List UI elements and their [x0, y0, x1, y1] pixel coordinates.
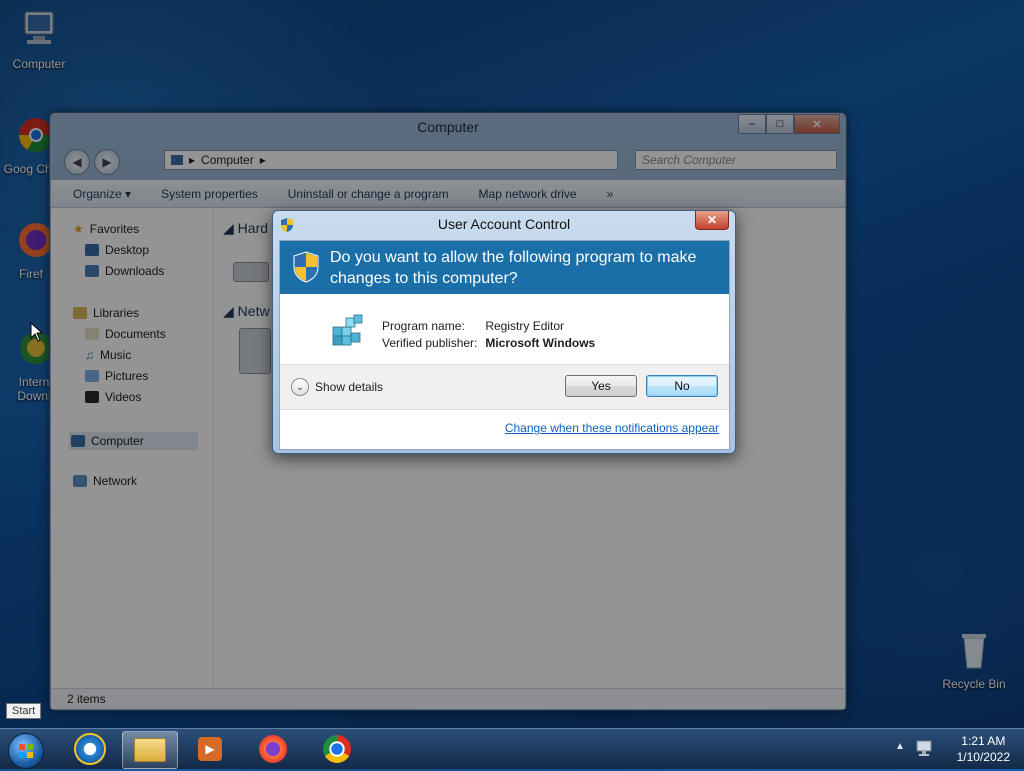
media-player-icon: ▶: [198, 737, 222, 761]
uac-content: Do you want to allow the following progr…: [279, 240, 730, 450]
yes-button[interactable]: Yes: [565, 375, 637, 397]
shield-icon: [293, 251, 319, 283]
folder-icon: [134, 738, 166, 762]
uac-dialog: User Account Control ✕ Do you want to al…: [272, 210, 736, 454]
start-tooltip: Start: [6, 703, 42, 719]
publisher-value: Microsoft Windows: [485, 336, 596, 350]
change-notifications-link[interactable]: Change when these notifications appear: [505, 421, 719, 435]
program-name-label: Program name:: [382, 319, 465, 333]
taskbar: ▶ ▲ 1:21 AM 1/10/2022: [0, 728, 1024, 769]
publisher-label: Verified publisher:: [382, 336, 478, 350]
publisher-row: Verified publisher: Microsoft Windows: [382, 336, 595, 350]
show-details-toggle[interactable]: ⌄ Show details: [291, 378, 383, 396]
firefox-icon: [259, 735, 287, 763]
no-button[interactable]: No: [646, 375, 718, 397]
uac-button-area: ⌄ Show details Yes No: [280, 364, 729, 410]
system-clock[interactable]: 1:21 AM 1/10/2022: [957, 733, 1010, 765]
taskbar-file-explorer[interactable]: [122, 731, 178, 769]
clock-date: 1/10/2022: [956, 750, 1010, 764]
chrome-icon: [323, 735, 351, 763]
uac-question: Do you want to allow the following progr…: [330, 249, 697, 287]
taskbar-media-player[interactable]: ▶: [183, 731, 237, 767]
registry-editor-icon: [332, 314, 363, 346]
taskbar-chrome[interactable]: [310, 731, 364, 767]
taskbar-internet-explorer[interactable]: [63, 731, 117, 767]
uac-banner: Do you want to allow the following progr…: [280, 241, 729, 294]
internet-explorer-icon: [74, 733, 106, 765]
program-name-row: Program name: Registry Editor: [382, 319, 564, 333]
taskbar-firefox[interactable]: [246, 731, 300, 767]
tray-overflow-icon[interactable]: ▲: [895, 741, 905, 752]
show-details-label: Show details: [315, 380, 384, 394]
start-button[interactable]: [8, 733, 44, 769]
network-tray-icon[interactable]: [915, 739, 933, 757]
chevron-down-icon: ⌄: [291, 378, 309, 396]
program-name-value: Registry Editor: [485, 319, 565, 333]
mouse-cursor-icon: [30, 322, 42, 342]
clock-time: 1:21 AM: [961, 734, 1006, 748]
windows-logo-icon: [19, 744, 33, 758]
uac-title: User Account Control: [437, 216, 571, 232]
close-button[interactable]: ✕: [695, 211, 729, 230]
